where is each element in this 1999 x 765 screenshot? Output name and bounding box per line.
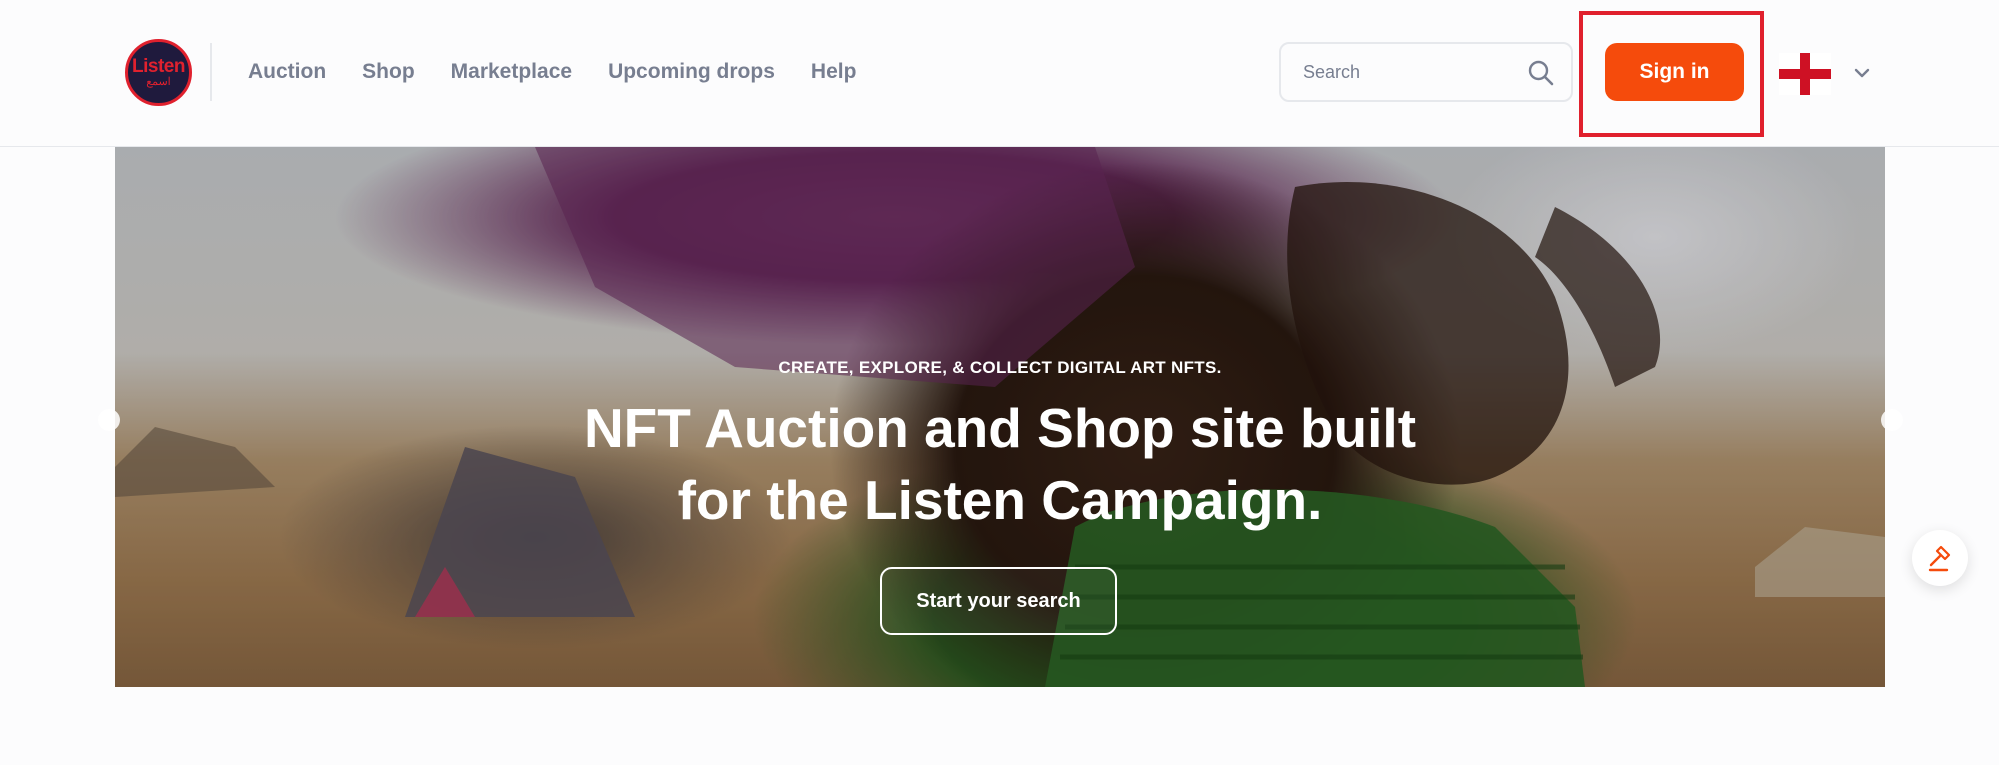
sign-in-button[interactable]: Sign in (1605, 43, 1744, 101)
nav-item-marketplace[interactable]: Marketplace (451, 60, 572, 84)
england-flag-icon[interactable] (1779, 53, 1831, 95)
search-box (1279, 42, 1573, 102)
logo-text-arabic: اسمع (146, 76, 171, 88)
nav-item-upcoming-drops[interactable]: Upcoming drops (608, 60, 775, 84)
search-input[interactable] (1303, 58, 1513, 86)
search-icon[interactable] (1527, 59, 1555, 87)
hero-title-line-2: for the Listen Campaign. (677, 469, 1323, 531)
nav-item-shop[interactable]: Shop (362, 60, 415, 84)
hero-eyebrow: CREATE, EXPLORE, & COLLECT DIGITAL ART N… (778, 358, 1222, 377)
hero-title-line-1: NFT Auction and Shop site built (583, 397, 1417, 459)
floating-action-button[interactable] (1912, 530, 1968, 586)
hero-title: NFT Auction and Shop site built for the … (115, 392, 1885, 536)
hero-banner: CREATE, EXPLORE, & COLLECT DIGITAL ART N… (115, 147, 1885, 687)
auction-gavel-icon (1928, 545, 1951, 572)
logo-divider (210, 43, 212, 101)
chevron-down-icon[interactable] (1853, 64, 1871, 82)
listen-logo[interactable]: Listen اسمع (125, 39, 192, 106)
nav-item-help[interactable]: Help (811, 60, 857, 84)
nav-item-auction[interactable]: Auction (248, 60, 326, 84)
carousel-prev-dot[interactable] (98, 409, 120, 431)
carousel-next-dot[interactable] (1881, 409, 1903, 431)
start-search-button[interactable]: Start your search (880, 567, 1117, 635)
main-nav: Auction Shop Marketplace Upcoming drops … (248, 56, 856, 88)
site-header: Listen اسمع Auction Shop Marketplace Upc… (0, 0, 1999, 147)
logo-text: Listen (132, 56, 185, 77)
